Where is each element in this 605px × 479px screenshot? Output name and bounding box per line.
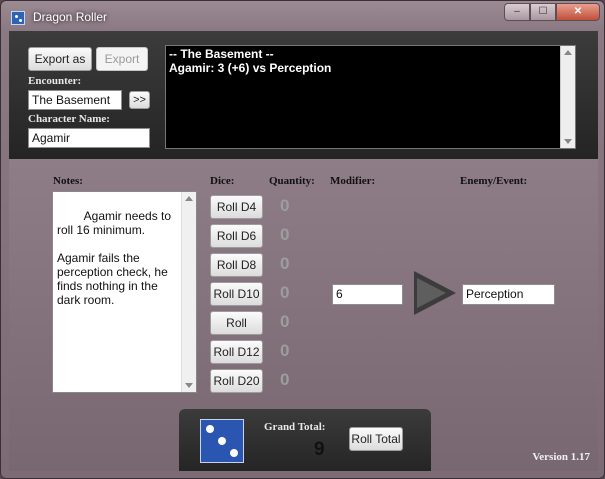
top-panel: Export as Export Encounter: The Basement… <box>9 31 598 159</box>
next-encounter-button[interactable]: >> <box>129 91 150 109</box>
roll-d8-button[interactable]: Roll D8 <box>210 253 263 277</box>
quantity-label: Quantity: <box>269 175 315 187</box>
window-controls: – ☐ ✕ <box>504 3 600 21</box>
maximize-button[interactable]: ☐ <box>530 3 556 21</box>
quantity-d6[interactable]: 0 <box>280 225 289 245</box>
client-area: Export as Export Encounter: The Basement… <box>9 31 598 471</box>
minimize-button[interactable]: – <box>504 3 530 21</box>
export-button[interactable]: Export <box>96 47 148 71</box>
roll-d20-button[interactable]: Roll D20 <box>210 369 263 393</box>
grand-total-value: 9 <box>314 439 325 460</box>
quantity-d12[interactable]: 0 <box>280 341 289 361</box>
encounter-label: Encounter: <box>28 75 82 87</box>
scroll-down-arrow-icon[interactable] <box>185 383 193 388</box>
quantity-d8[interactable]: 0 <box>280 254 289 274</box>
version-label: Version 1.17 <box>532 451 590 463</box>
notes-text: Agamir needs to roll 16 minimum. Agamir … <box>57 209 172 307</box>
close-button[interactable]: ✕ <box>556 3 600 21</box>
quantity-d10[interactable]: 0 <box>280 283 289 303</box>
roll-d4-button[interactable]: Roll D4 <box>210 195 263 219</box>
main-panel: Notes: Dice: Quantity: Modifier: Enemy/E… <box>9 159 598 471</box>
quantity-d20[interactable]: 0 <box>280 370 289 390</box>
scroll-up-arrow-icon[interactable] <box>185 196 193 201</box>
dice-icon <box>200 419 244 463</box>
quantity-d100[interactable]: 0 <box>280 312 289 332</box>
title-bar[interactable]: Dragon Roller – ☐ ✕ <box>1 1 604 31</box>
character-name-input[interactable]: Agamir <box>28 128 150 148</box>
notes-scrollbar[interactable] <box>181 192 196 392</box>
export-as-button[interactable]: Export as <box>28 47 92 71</box>
enemy-event-label: Enemy/Event: <box>460 175 528 187</box>
roll-log[interactable]: -- The Basement -- Agamir: 3 (+6) vs Per… <box>165 45 576 149</box>
dice-app-icon <box>11 11 25 25</box>
modifier-label: Modifier: <box>330 175 376 187</box>
grand-total-panel: Grand Total: 9 Roll Total <box>179 409 431 471</box>
log-line: -- The Basement -- <box>169 47 274 61</box>
grand-total-label: Grand Total: <box>264 421 326 433</box>
window-title: Dragon Roller <box>33 10 108 24</box>
notes-textarea[interactable]: Agamir needs to roll 16 minimum. Agamir … <box>52 191 197 393</box>
modifier-input[interactable]: 6 <box>332 284 403 305</box>
log-line: Agamir: 3 (+6) vs Perception <box>169 61 332 75</box>
log-scrollbar[interactable] <box>560 46 575 148</box>
versus-arrow-inner <box>417 278 446 308</box>
dice-pip <box>218 437 226 445</box>
dice-label: Dice: <box>210 175 235 187</box>
dice-pip <box>206 425 214 433</box>
app-window: Dragon Roller – ☐ ✕ Export as Export Enc… <box>0 0 605 479</box>
roll-total-button[interactable]: Roll Total <box>349 427 403 451</box>
roll-d100-button[interactable]: Roll D100 <box>210 311 263 352</box>
roll-d10-button[interactable]: Roll D10 <box>210 282 263 306</box>
enemy-event-input[interactable]: Perception <box>462 284 555 305</box>
notes-label: Notes: <box>53 175 83 187</box>
roll-d6-button[interactable]: Roll D6 <box>210 224 263 248</box>
dice-pip <box>230 449 238 457</box>
roll-d12-button[interactable]: Roll D12 <box>210 340 263 364</box>
scroll-up-arrow-icon[interactable] <box>564 50 572 55</box>
character-name-label: Character Name: <box>28 113 110 125</box>
quantity-d4[interactable]: 0 <box>280 196 289 216</box>
scroll-down-arrow-icon[interactable] <box>564 139 572 144</box>
encounter-input[interactable]: The Basement <box>28 90 122 110</box>
